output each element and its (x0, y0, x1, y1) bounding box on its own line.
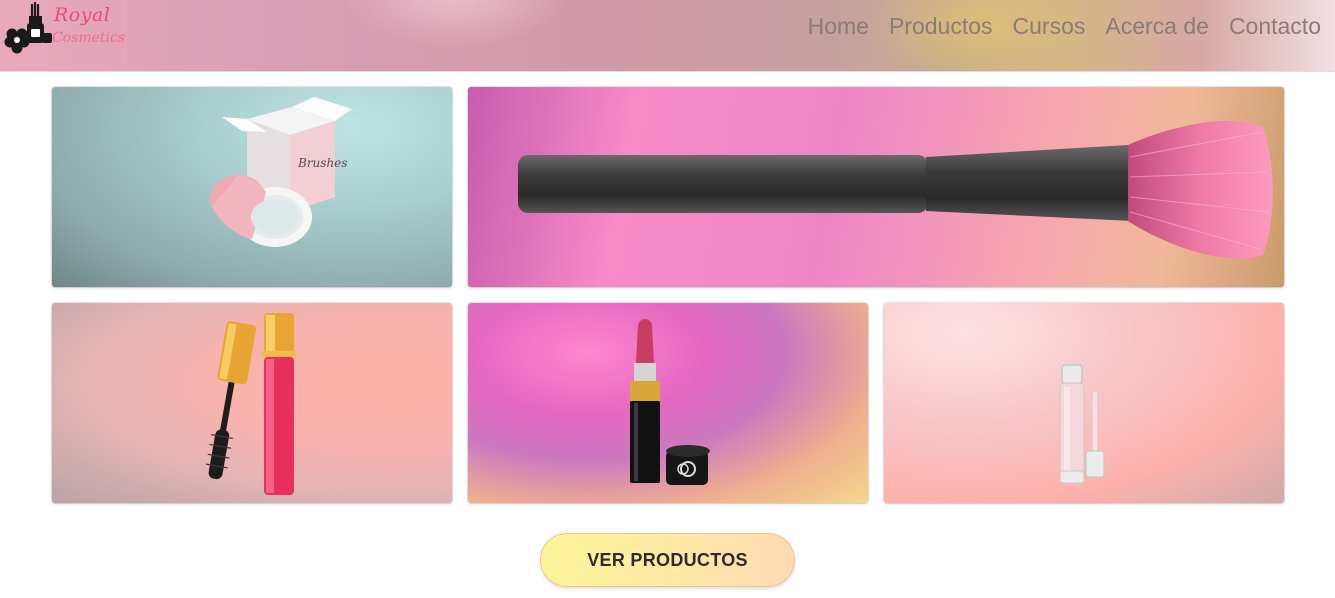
lipstick-image[interactable] (468, 303, 868, 503)
nav-cursos[interactable]: Cursos (1013, 13, 1086, 40)
mascara-image[interactable] (52, 303, 452, 503)
mascara-illustration (205, 313, 296, 495)
makeup-brush-illustration (518, 120, 1273, 259)
site-logo[interactable]: Royal Cosmetics (2, 2, 127, 58)
site-header: Royal Cosmetics Home Productos Cursos Ac… (0, 0, 1335, 72)
lip-gloss-image[interactable] (884, 303, 1284, 503)
cosmetics-logo-icon (4, 2, 52, 54)
lip-gloss-illustration (1059, 364, 1105, 484)
logo-text-royal: Royal (54, 4, 111, 26)
lipstick-illustration (630, 319, 710, 485)
ver-productos-button[interactable]: VER PRODUCTOS (540, 533, 795, 587)
main-nav: Home Productos Cursos Acerca de Contacto (808, 13, 1321, 40)
nav-productos[interactable]: Productos (889, 13, 993, 40)
makeup-brush-image[interactable] (468, 87, 1284, 287)
nav-acerca-de[interactable]: Acerca de (1105, 13, 1209, 40)
cosmetic-jar-box-image[interactable]: Brushes (52, 87, 452, 287)
box-brand-text: Brushes (297, 156, 347, 170)
nav-home[interactable]: Home (808, 13, 869, 40)
jar-box-illustration: Brushes (210, 97, 352, 247)
nav-contacto[interactable]: Contacto (1229, 13, 1321, 40)
logo-text-cosmetics: Cosmetics (52, 30, 126, 46)
